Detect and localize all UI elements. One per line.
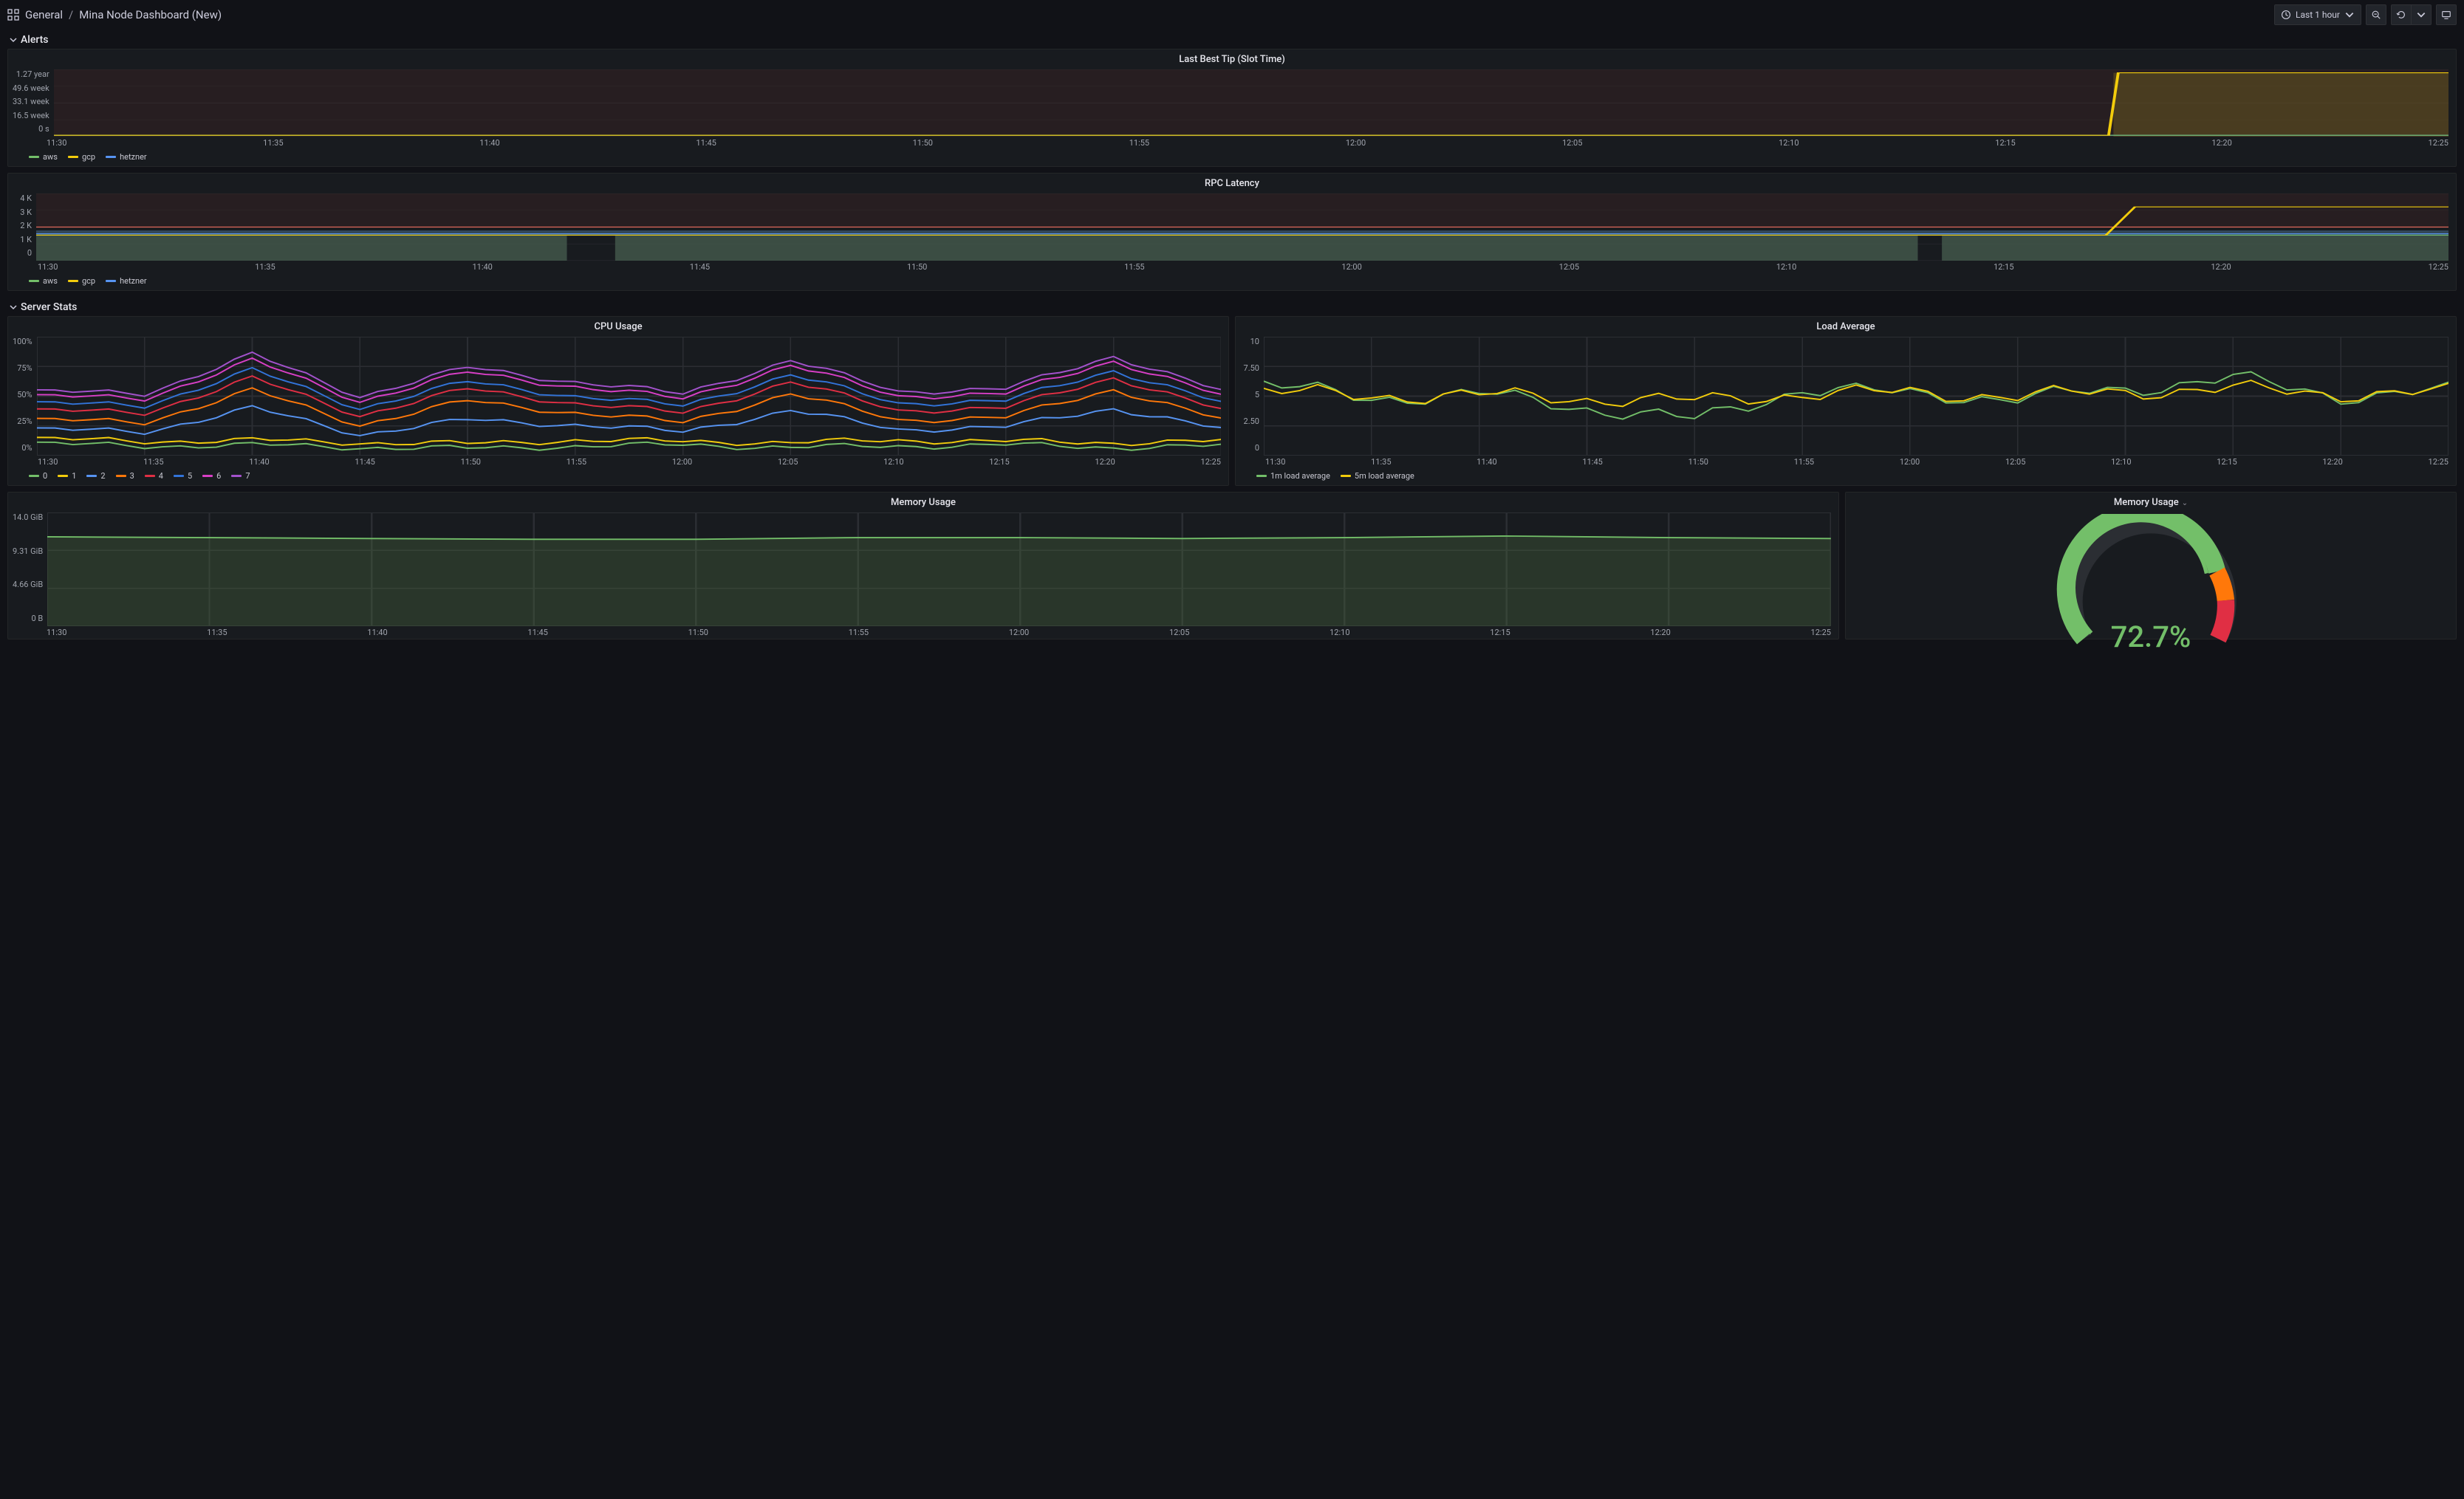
legend: 1m load average 5m load average (1236, 468, 2456, 485)
legend: aws gcp hetzner (8, 149, 2456, 166)
legend-item[interactable]: 5m load average (1341, 471, 1414, 481)
legend-item[interactable]: gcp (68, 152, 95, 162)
plot-area[interactable] (37, 337, 1221, 456)
x-axis: 11:3011:3511:4011:4511:5011:5512:0012:05… (8, 137, 2456, 149)
panel-load-average[interactable]: Load Average 10 7.50 5 2.50 0 11:3011:35… (1235, 316, 2457, 486)
legend-item[interactable]: 5 (174, 471, 192, 481)
monitor-icon (2441, 10, 2451, 20)
x-axis: 11:3011:3511:4011:4511:5011:5512:0012:05… (8, 456, 1228, 468)
refresh-button-group (2391, 4, 2432, 25)
chevron-down-icon (9, 35, 18, 44)
refresh-interval-picker[interactable] (2412, 4, 2432, 25)
panel-cpu-usage[interactable]: CPU Usage 100% 75% 50% 25% 0% 11:3011:35… (7, 316, 1229, 486)
y-axis: 14.0 GiB 9.31 GiB 4.66 GiB 0 B (8, 510, 46, 626)
gauge-value: 72.7% (2055, 620, 2247, 654)
y-axis: 10 7.50 5 2.50 0 (1236, 334, 1262, 456)
tv-mode-button[interactable] (2436, 4, 2457, 25)
legend-item[interactable]: gcp (68, 276, 95, 286)
y-axis: 1.27 year 49.6 week 33.1 week 16.5 week … (8, 66, 52, 137)
panel-title: CPU Usage (8, 317, 1228, 334)
chevron-down-icon (9, 303, 18, 312)
section-server-stats-label: Server Stats (21, 301, 77, 313)
zoom-out-icon (2371, 10, 2381, 20)
legend-item[interactable]: 2 (86, 471, 105, 481)
y-axis: 4 K 3 K 2 K 1 K 0 (8, 191, 35, 261)
plot-area[interactable] (36, 193, 2448, 261)
x-axis: 11:3011:3511:4011:4511:5011:5512:0012:05… (8, 626, 1838, 639)
breadcrumb-root[interactable]: General (25, 8, 63, 21)
legend-item[interactable]: 7 (231, 471, 250, 481)
x-axis: 11:3011:3511:4011:4511:5011:5512:0012:05… (8, 261, 2456, 273)
plot-area[interactable] (54, 69, 2448, 137)
page-header: General / Mina Node Dashboard (New) Last… (0, 0, 2464, 30)
refresh-icon (2396, 10, 2406, 20)
legend-item[interactable]: hetzner (106, 152, 147, 162)
section-alerts-label: Alerts (21, 34, 49, 46)
section-server-stats-header[interactable]: Server Stats (0, 297, 2464, 316)
panel-title: Last Best Tip (Slot Time) (8, 49, 2456, 66)
legend-item[interactable]: 1m load average (1256, 471, 1330, 481)
legend-item[interactable]: 0 (29, 471, 47, 481)
refresh-button[interactable] (2391, 4, 2412, 25)
legend: aws gcp hetzner (8, 273, 2456, 290)
legend: 0 12 3 4 567 (8, 468, 1228, 485)
legend-item[interactable]: 3 (116, 471, 134, 481)
legend-item[interactable]: aws (29, 152, 58, 162)
legend-item[interactable]: 6 (202, 471, 221, 481)
panel-title: Load Average (1236, 317, 2456, 334)
legend-item[interactable]: hetzner (106, 276, 147, 286)
section-alerts-header[interactable]: Alerts (0, 30, 2464, 49)
panel-title: Memory Usage (8, 493, 1838, 510)
chevron-down-icon: ⌄ (2182, 499, 2188, 507)
legend-item[interactable]: 1 (58, 471, 76, 481)
chevron-down-icon (2416, 10, 2426, 20)
panel-title[interactable]: Memory Usage⌄ (1846, 493, 2456, 510)
x-axis: 11:3011:3511:4011:4511:5011:5512:0012:05… (1236, 456, 2456, 468)
toolbar: Last 1 hour (2274, 4, 2457, 25)
panel-memory-gauge[interactable]: Memory Usage⌄ 72.7% (1845, 492, 2457, 639)
legend-item[interactable]: 4 (145, 471, 163, 481)
breadcrumb-page[interactable]: Mina Node Dashboard (New) (79, 8, 222, 21)
legend-item[interactable]: aws (29, 276, 58, 286)
breadcrumb: General / Mina Node Dashboard (New) (7, 8, 222, 21)
apps-icon[interactable] (7, 9, 19, 21)
panel-memory-usage[interactable]: Memory Usage 14.0 GiB 9.31 GiB 4.66 GiB … (7, 492, 1839, 639)
panel-rpc-latency[interactable]: RPC Latency 4 K 3 K 2 K 1 K 0 (7, 173, 2457, 291)
plot-area[interactable] (1264, 337, 2448, 456)
zoom-out-button[interactable] (2366, 4, 2386, 25)
chevron-down-icon (2344, 10, 2355, 20)
breadcrumb-separator: / (69, 8, 73, 21)
time-range-picker[interactable]: Last 1 hour (2274, 4, 2361, 25)
panel-title: RPC Latency (8, 174, 2456, 191)
clock-icon (2281, 10, 2291, 20)
plot-area[interactable] (47, 512, 1831, 626)
time-range-label: Last 1 hour (2296, 10, 2340, 20)
panel-last-best-tip[interactable]: Last Best Tip (Slot Time) 1.27 year 49.6… (7, 49, 2457, 167)
y-axis: 100% 75% 50% 25% 0% (8, 334, 35, 456)
gauge: 72.7% (2055, 514, 2247, 662)
